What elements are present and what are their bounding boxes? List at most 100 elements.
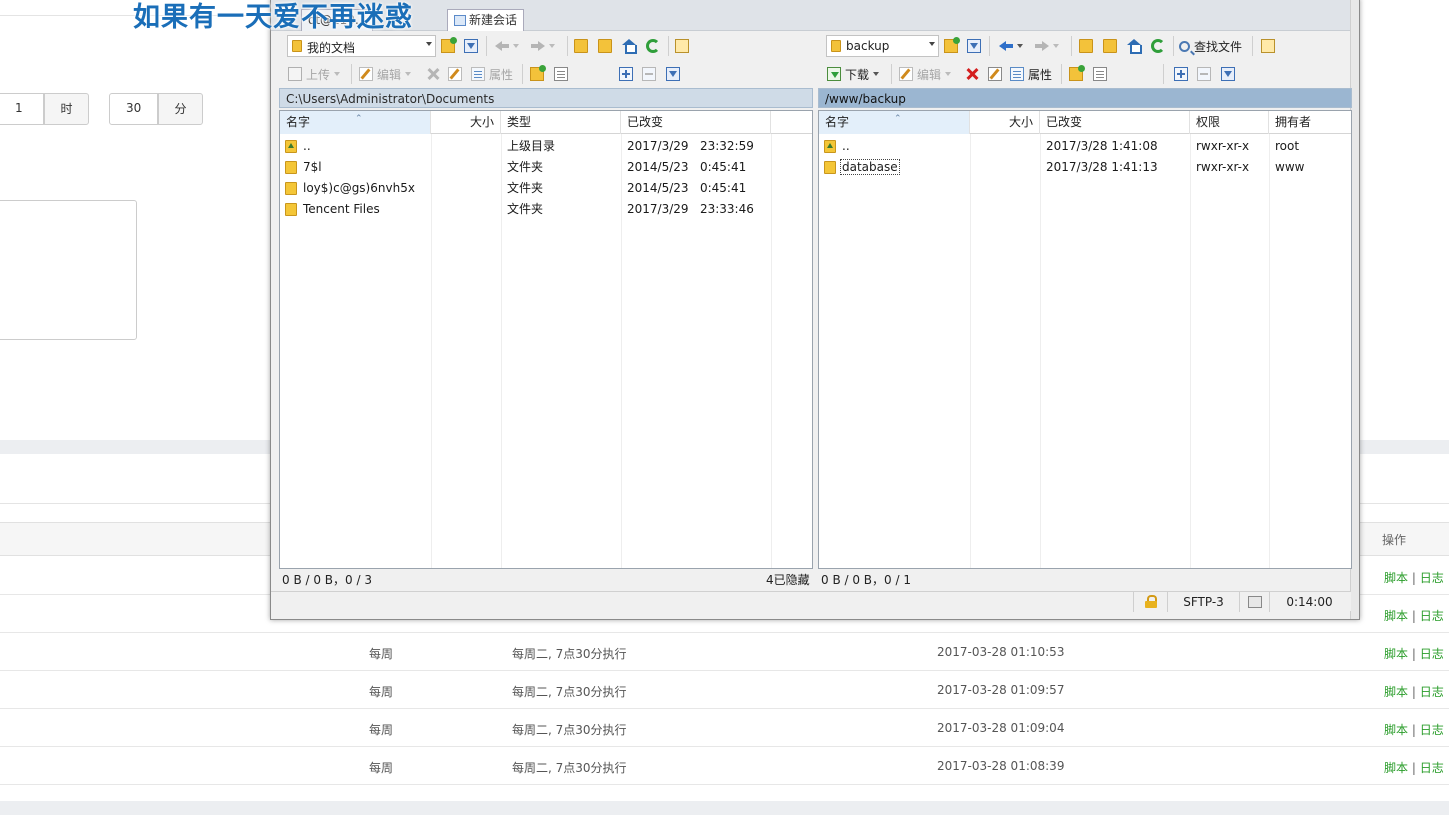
col-modified-header[interactable]: 已改变	[1040, 111, 1190, 134]
local-root-dir-button[interactable]	[598, 35, 612, 57]
download-icon	[827, 67, 841, 81]
remote-home-button[interactable]	[1127, 35, 1142, 57]
toolbar-separator	[1252, 36, 1253, 56]
minus-box-icon	[642, 67, 656, 81]
col-modified-header[interactable]: 已改变	[621, 111, 771, 134]
script-link[interactable]: 脚本	[1384, 685, 1408, 699]
list-item[interactable]: .. 2017/3/28 1:41:08 rwxr-xr-x root	[819, 136, 1351, 157]
find-files-button[interactable]: 查找文件	[1179, 35, 1242, 57]
local-properties-button[interactable]: 属性	[471, 63, 513, 85]
log-link[interactable]: 日志	[1420, 761, 1444, 775]
local-back-button[interactable]	[495, 35, 519, 57]
remote-root-dir-button[interactable]	[1103, 35, 1117, 57]
list-item[interactable]: Tencent Files 文件夹 2017/3/29 23:33:46	[280, 199, 812, 220]
folder-icon	[824, 161, 836, 174]
cycle-cell: 每周	[369, 685, 394, 699]
remote-back-button[interactable]	[999, 35, 1023, 57]
col-permissions-header[interactable]: 权限	[1190, 111, 1269, 134]
network-status[interactable]	[1239, 592, 1269, 612]
col-owner-header[interactable]: 拥有者	[1269, 111, 1351, 134]
remote-new-file-button[interactable]	[1093, 63, 1107, 85]
log-link[interactable]: 日志	[1420, 723, 1444, 737]
script-link[interactable]: 脚本	[1384, 571, 1408, 585]
chevron-down-icon	[334, 72, 341, 76]
column-divider	[1190, 134, 1191, 568]
download-button[interactable]: 下载	[827, 63, 880, 85]
log-link[interactable]: 日志	[1420, 609, 1444, 623]
local-select-all-button[interactable]	[619, 63, 633, 85]
window-status-bar: SFTP-3 0:14:00	[271, 591, 1351, 612]
remote-sync-button[interactable]	[1261, 35, 1275, 57]
filter-icon	[1221, 67, 1235, 81]
cycle-cell: 每周	[369, 647, 394, 661]
local-new-file-button[interactable]	[554, 63, 568, 85]
remote-forward-button[interactable]	[1035, 35, 1059, 57]
col-type-header[interactable]: 类型	[501, 111, 621, 134]
hour-input[interactable]: 1	[0, 93, 44, 125]
remote-parent-dir-button[interactable]	[1079, 35, 1093, 57]
hour-value: 1	[15, 101, 23, 115]
col-size-header[interactable]: 大小	[970, 111, 1040, 134]
folder-icon	[285, 203, 297, 216]
script-link[interactable]: 脚本	[1384, 761, 1408, 775]
sync-icon	[1261, 39, 1275, 53]
local-sync-button[interactable]	[675, 35, 689, 57]
local-filter-select-button[interactable]	[666, 63, 680, 85]
remote-filter-button[interactable]	[967, 35, 981, 57]
local-home-button[interactable]	[622, 35, 637, 57]
remote-file-list[interactable]: ⌃ 名字 大小 已改变 权限 拥有者 .. 2017/3/28 1:41:08 r…	[818, 110, 1352, 569]
forward-arrow-icon	[531, 41, 545, 51]
remote-properties-button[interactable]: 属性	[1010, 63, 1052, 85]
new-session-tab[interactable]: 新建会话	[447, 9, 525, 31]
col-name-header[interactable]: ⌃ 名字	[819, 111, 970, 134]
local-hidden-count[interactable]: 4已隐藏	[766, 571, 810, 589]
local-delete-button[interactable]	[426, 63, 440, 85]
local-forward-button[interactable]	[531, 35, 555, 57]
list-item[interactable]: 7$l 文件夹 2014/5/23 0:45:41	[280, 157, 812, 178]
script-link[interactable]: 脚本	[1384, 647, 1408, 661]
local-deselect-button[interactable]	[642, 63, 656, 85]
local-new-folder-button[interactable]	[530, 63, 546, 85]
delete-icon	[426, 67, 440, 81]
parent-folder-icon	[285, 140, 297, 153]
remote-path-bar[interactable]: /www/backup	[818, 88, 1352, 108]
table-row: 每周 每周二, 7点30分执行 2017-03-28 01:10:53 脚本 |…	[0, 633, 1449, 671]
remote-delete-button[interactable]	[965, 63, 979, 85]
remote-refresh-button[interactable]	[1151, 35, 1165, 57]
remote-location-combo[interactable]: backup	[826, 35, 939, 57]
remote-new-folder-button[interactable]	[1069, 63, 1085, 85]
script-textarea[interactable]	[0, 200, 137, 340]
script-link[interactable]: 脚本	[1384, 723, 1408, 737]
local-edit-button[interactable]: 编辑	[359, 63, 412, 85]
minute-input[interactable]: 30	[109, 93, 158, 125]
local-file-list[interactable]: ⌃ 名字 大小 类型 已改变 .. 上级目录 2017/3/29 23:32:59…	[279, 110, 813, 569]
script-link[interactable]: 脚本	[1384, 609, 1408, 623]
local-rename-button[interactable]	[448, 63, 462, 85]
remote-deselect-button[interactable]	[1197, 63, 1211, 85]
delete-icon	[965, 67, 979, 81]
remote-edit-button[interactable]: 编辑	[899, 63, 952, 85]
local-location-combo[interactable]: 我的文档	[287, 35, 436, 57]
local-parent-dir-button[interactable]	[574, 35, 588, 57]
log-link[interactable]: 日志	[1420, 685, 1444, 699]
local-filter-button[interactable]	[464, 35, 478, 57]
local-open-dir-button[interactable]	[441, 35, 457, 57]
remote-open-dir-button[interactable]	[944, 35, 960, 57]
list-item[interactable]: database 2017/3/28 1:41:13 rwxr-xr-x www	[819, 157, 1351, 178]
col-name-header[interactable]: ⌃ 名字	[280, 111, 431, 134]
local-refresh-button[interactable]	[646, 35, 660, 57]
remote-select-all-button[interactable]	[1174, 63, 1188, 85]
upload-button[interactable]: 上传	[288, 63, 341, 85]
log-link[interactable]: 日志	[1420, 647, 1444, 661]
plus-box-icon	[619, 67, 633, 81]
col-size-header[interactable]: 大小	[431, 111, 501, 134]
local-path-bar[interactable]: C:\Users\Administrator\Documents	[279, 88, 813, 108]
log-link[interactable]: 日志	[1420, 571, 1444, 585]
list-item[interactable]: .. 上级目录 2017/3/29 23:32:59	[280, 136, 812, 157]
remote-filter-select-button[interactable]	[1221, 63, 1235, 85]
chevron-down-icon	[549, 44, 555, 48]
remote-rename-button[interactable]	[988, 63, 1002, 85]
encryption-status[interactable]	[1133, 592, 1167, 612]
list-item[interactable]: loy$)c@gs)6nvh5x 文件夹 2014/5/23 0:45:41	[280, 178, 812, 199]
time-cell: 2017-03-28 01:09:04	[937, 721, 1065, 735]
